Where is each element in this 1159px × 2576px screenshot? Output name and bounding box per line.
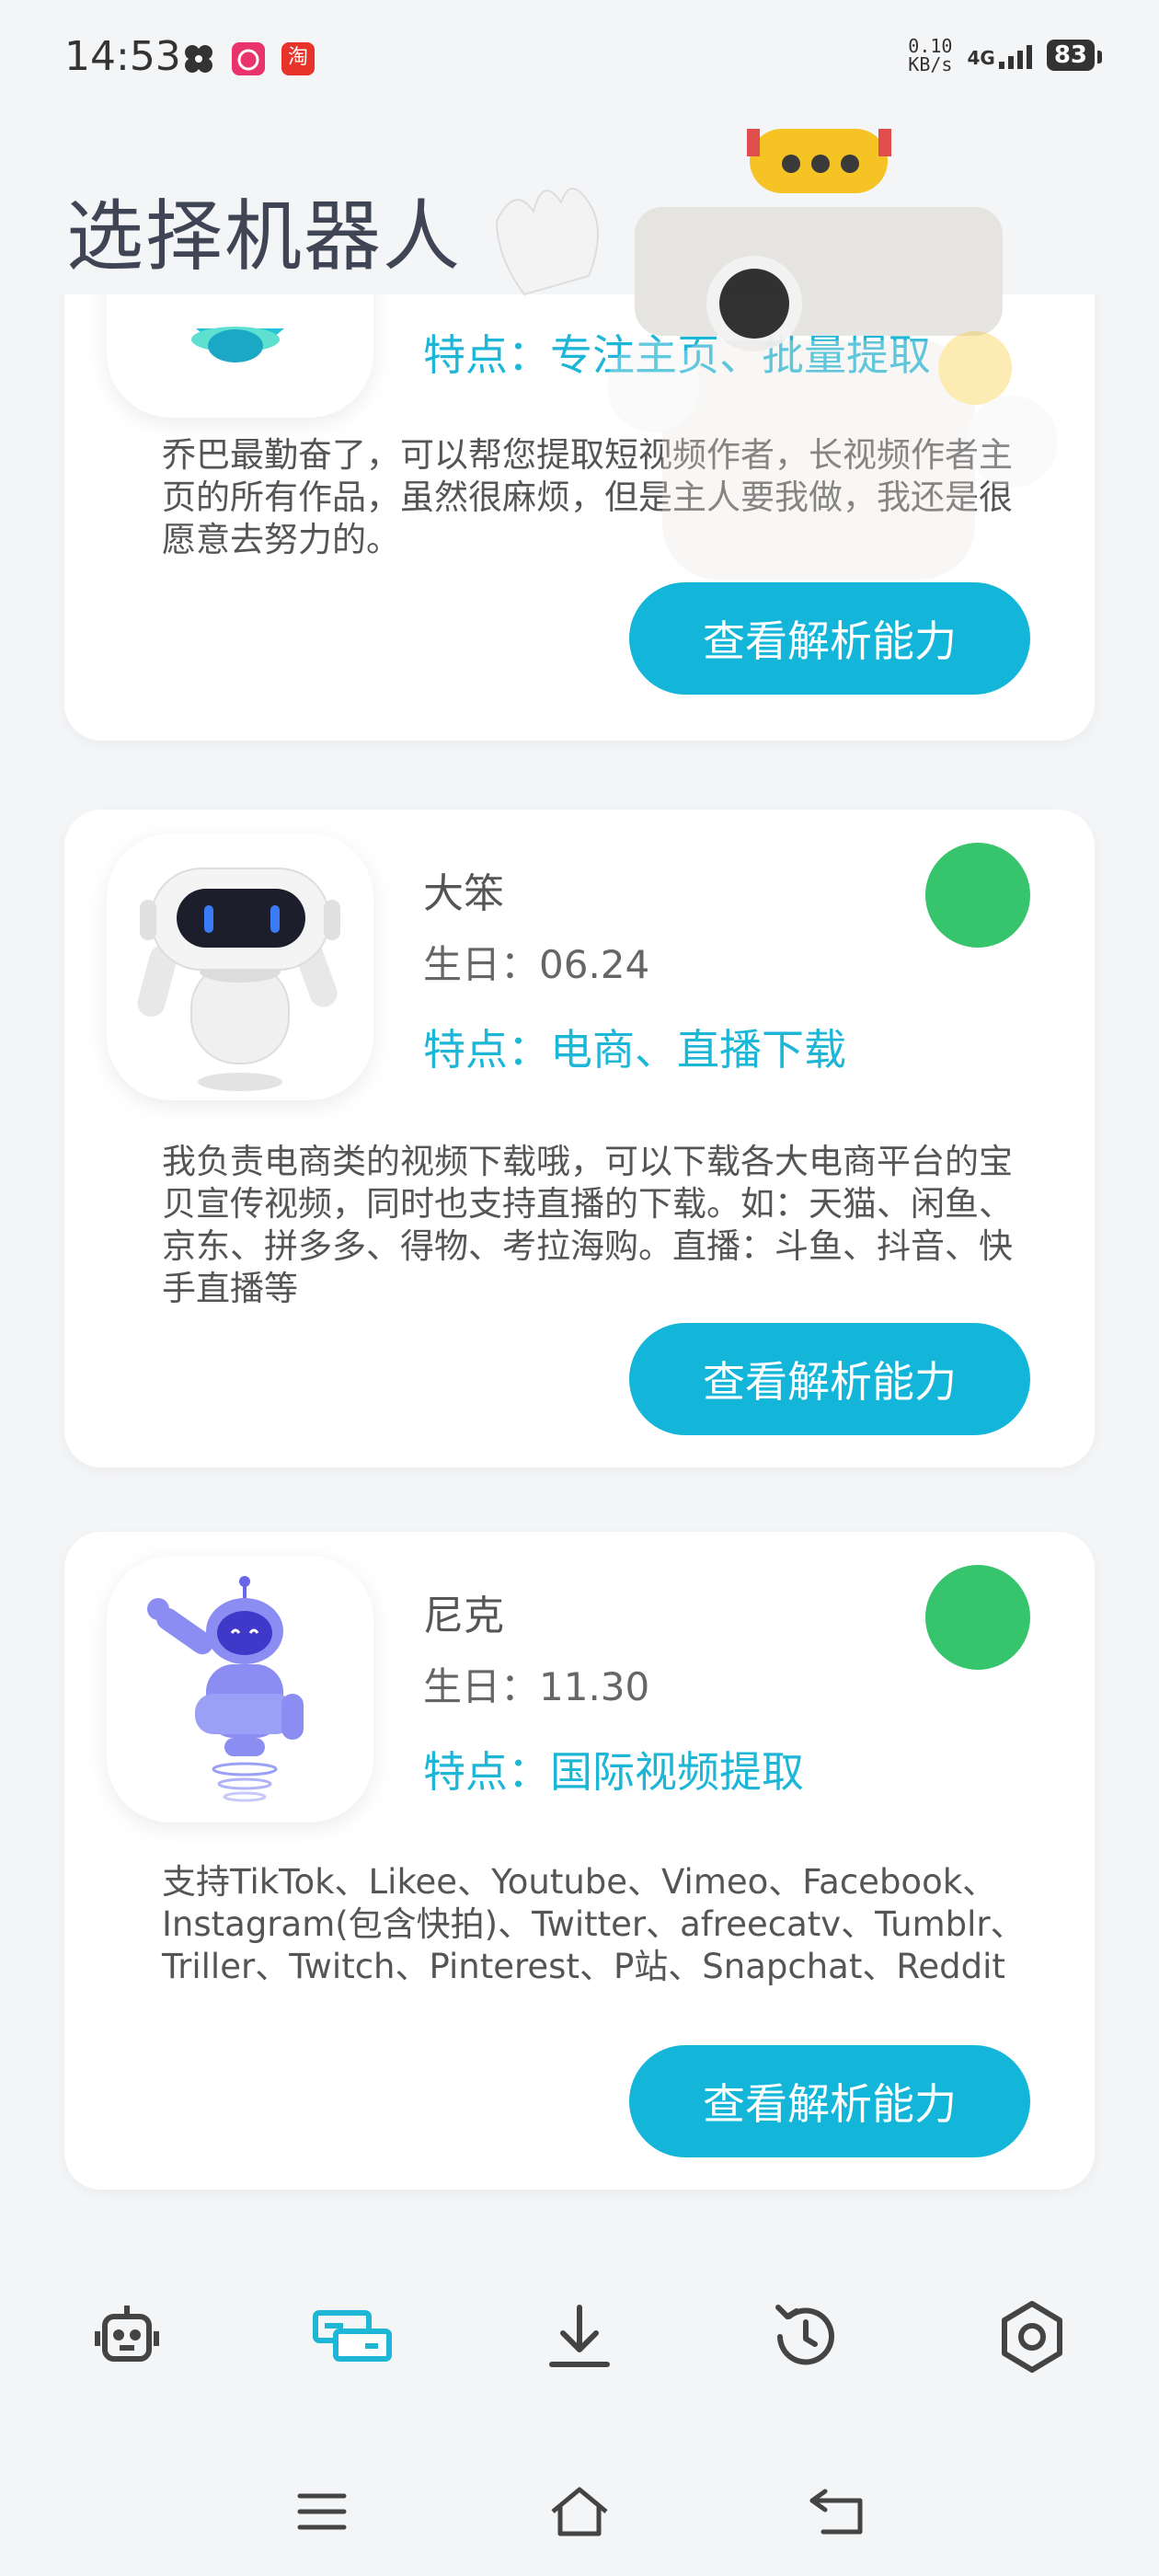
system-navigation-bar [0,2447,1159,2576]
nike-avatar [107,1556,373,1823]
net-speed-value: 0.10 [908,35,953,57]
robot-name: 大笨 [423,870,504,917]
menu-icon[interactable] [285,2475,359,2548]
robot-card-daben[interactable]: 大笨 生日：06.24 特点：电商、直播下载 我负责电商类的视频下载哦，可以下载… [64,810,1095,1467]
bottom-navigation [0,2208,1159,2447]
status-time: 14:53 [64,33,181,80]
settings-icon[interactable] [986,2291,1078,2383]
pinwheel-app-icon [182,42,215,75]
signal-indicator: 4G [967,41,1032,69]
history-icon[interactable] [760,2291,852,2383]
battery-indicator: 83 [1046,40,1103,71]
download-icon[interactable] [534,2291,625,2383]
view-parse-ability-button[interactable]: 查看解析能力 [629,1323,1030,1435]
robot-features: 特点：国际视频提取 [423,1747,804,1797]
signal-bars-icon [998,41,1032,69]
online-status-indicator [925,843,1030,948]
robot-card-nike[interactable]: 尼克 生日：11.30 特点：国际视频提取 支持TikTok、Likee、You… [64,1532,1095,2190]
view-parse-ability-button[interactable]: 查看解析能力 [629,2045,1030,2157]
status-right: 0.10 KB/s 4G 83 [908,37,1103,74]
home-icon[interactable] [543,2475,616,2548]
back-icon[interactable] [800,2475,874,2548]
header-mascot-robot [460,110,1104,644]
net-speed-unit: KB/s [908,53,953,75]
robot-name: 尼克 [423,1593,504,1639]
taobao-app-icon: 淘 [281,42,315,75]
taobao-glyph: 淘 [287,46,308,69]
daben-avatar [107,834,373,1100]
network-type: 4G [967,47,995,69]
robot-description: 我负责电商类的视频下载哦，可以下载各大电商平台的宝贝宣传视频，同时也支持直播的下… [162,1142,1013,1308]
qiaoba-avatar [107,294,373,418]
robot-birthday: 生日：06.24 [423,942,650,987]
robot-description: 支持TikTok、Likee、Youtube、Vimeo、Facebook、In… [162,1862,1025,1986]
online-status-indicator [925,1565,1030,1670]
net-speed: 0.10 KB/s [908,37,952,74]
robot-birthday: 生日：11.30 [423,1664,650,1709]
status-bar: 14:53 淘 0.10 KB/s 4G 83 [0,0,1159,120]
robot-features: 特点：电商、直播下载 [423,1025,846,1075]
page-title: 选择机器人 [66,191,463,282]
pink-app-icon [232,42,265,75]
robot-icon[interactable] [81,2291,173,2383]
cards-icon[interactable] [307,2291,399,2383]
